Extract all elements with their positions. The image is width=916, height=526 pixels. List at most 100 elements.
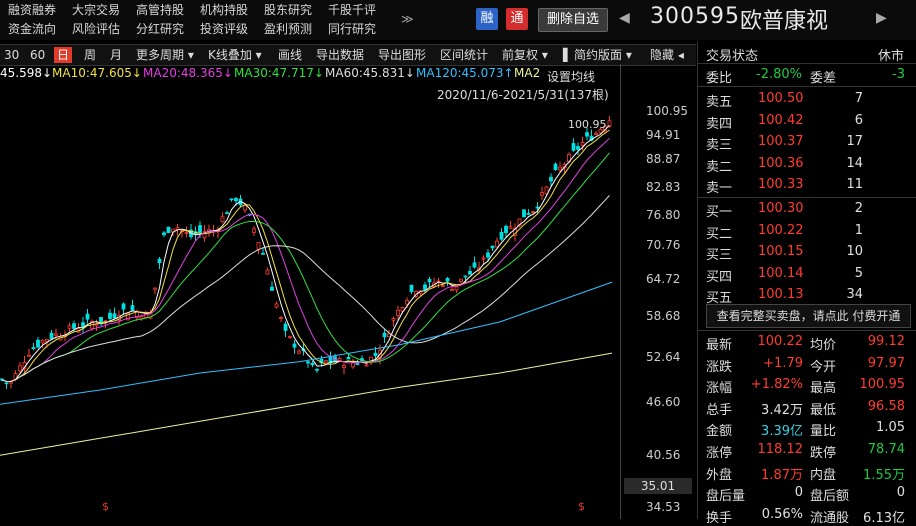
price-tick: 100.95 (646, 104, 688, 118)
export-image-button[interactable]: 导出图形 (378, 47, 426, 63)
nav-margin-trading[interactable]: 融资融券 (8, 3, 56, 17)
candle (445, 278, 450, 282)
layout-dropdown[interactable]: 简约版面 ▾ (574, 47, 632, 63)
candle (261, 252, 265, 255)
candle (463, 275, 468, 278)
full-orderbook-button[interactable]: 查看完整买卖盘，请点此 付费开通 (706, 304, 911, 328)
ask-label-4: 卖二 (706, 159, 733, 175)
period-60[interactable]: 60 (30, 47, 45, 63)
price-tick: 52.64 (646, 350, 681, 364)
export-data-button[interactable]: 导出数据 (316, 47, 364, 63)
nav-forecast[interactable]: 盈利预测 (264, 22, 312, 36)
candle (490, 245, 495, 249)
ma250-label: MA2 (514, 66, 541, 80)
nav-peer-research[interactable]: 同行研究 (328, 22, 376, 36)
kline-chart[interactable] (0, 100, 640, 500)
candle (427, 279, 432, 283)
nav-exec-holdings[interactable]: 高管持股 (136, 3, 184, 17)
candle (571, 143, 576, 151)
candle (18, 365, 22, 372)
candle (387, 333, 391, 338)
event-marker-icon[interactable]: $ (578, 500, 585, 513)
kline-overlay-dropdown[interactable]: K线叠加 ▾ (208, 47, 262, 63)
event-marker-icon[interactable]: $ (102, 500, 109, 513)
adjust-dropdown[interactable]: 前复权 ▾ (502, 47, 548, 63)
nav-shareholder-research[interactable]: 股东研究 (264, 3, 312, 17)
bid-price-3[interactable]: 100.15 (758, 244, 804, 259)
ma120-line (0, 281, 613, 405)
remove-favorite-button[interactable]: 删除自选 (538, 8, 608, 32)
nav-dividend[interactable]: 分红研究 (136, 22, 184, 36)
bid-price-2[interactable]: 100.22 (758, 223, 804, 238)
candle (72, 323, 76, 329)
price-tick: 46.60 (646, 395, 681, 409)
bid-volume-3: 10 (846, 244, 863, 259)
margin-tag[interactable]: 融 (476, 8, 498, 30)
nav-stock-reviews[interactable]: 千股千评 (328, 3, 376, 17)
bid-label-3: 买三 (706, 248, 733, 263)
ask-price-2[interactable]: 100.42 (758, 113, 804, 128)
candle (373, 352, 378, 357)
bid-label-2: 买二 (706, 226, 733, 242)
ma30-label: MA30:47.717↓ (234, 66, 324, 80)
bid-volume-4: 5 (854, 265, 863, 281)
stat-label: 总手 (706, 402, 733, 418)
candle (225, 212, 229, 215)
candle (27, 354, 31, 357)
candle (391, 318, 396, 321)
nav-rating[interactable]: 投资评级 (200, 22, 248, 36)
period-30[interactable]: 30 (4, 47, 19, 63)
nav-inst-holdings[interactable]: 机构持股 (200, 3, 248, 17)
period-month[interactable]: 月 (110, 47, 122, 63)
candle (108, 312, 112, 319)
stat-value: 1.55万 (863, 467, 905, 483)
weibi-value: -2.80% (756, 67, 802, 82)
ask-price-3[interactable]: 100.37 (758, 134, 804, 149)
ask-price-5[interactable]: 100.33 (758, 177, 804, 192)
ask-price-4[interactable]: 100.36 (758, 156, 804, 171)
set-ma-button[interactable]: 设置均线 (547, 68, 595, 85)
hide-panel-button[interactable]: 隐藏 ◂ (650, 47, 684, 63)
bid-label-1: 买一 (706, 205, 733, 220)
candle (162, 232, 166, 236)
connect-tag[interactable]: 通 (506, 8, 528, 30)
candle (553, 163, 558, 171)
range-stats-button[interactable]: 区间统计 (440, 47, 488, 63)
stat-label: 最低 (810, 402, 837, 418)
stock-name: 欧普康视 (740, 9, 829, 34)
candle (121, 303, 126, 310)
nav-more-icon[interactable]: ≫ (401, 12, 414, 26)
bid-price-5[interactable]: 100.13 (758, 287, 804, 302)
draw-line-button[interactable]: 画线 (278, 47, 302, 63)
nav-block-trade[interactable]: 大宗交易 (72, 3, 120, 17)
candle (234, 198, 238, 202)
more-periods-dropdown[interactable]: 更多周期 ▾ (136, 47, 194, 63)
stat-value: 100.95 (859, 377, 906, 393)
market-status: 休市 (878, 49, 905, 64)
candle (382, 332, 387, 338)
stat-value: 100.22 (757, 334, 804, 349)
candle (324, 360, 328, 363)
bid-price-1[interactable]: 100.30 (758, 201, 804, 216)
ma120-label: MA120:45.073↑ (416, 66, 514, 80)
candle (274, 303, 279, 308)
prev-stock-icon[interactable]: ◀ (619, 10, 630, 26)
stat-value: 99.12 (867, 334, 905, 349)
stat-value: 118.12 (757, 442, 804, 457)
candle (288, 335, 292, 338)
ma5-line (1, 125, 610, 383)
period-week[interactable]: 周 (84, 47, 96, 63)
weibi-label: 委比 (706, 71, 733, 86)
ask-volume-2: 6 (854, 112, 863, 128)
nav-fund-flow[interactable]: 资金流向 (8, 22, 56, 36)
bid-price-4[interactable]: 100.14 (758, 266, 804, 281)
price-tick: 82.83 (646, 180, 681, 194)
candle (157, 258, 162, 264)
ask-label-5: 卖一 (706, 181, 733, 196)
next-stock-icon[interactable]: ▶ (876, 10, 887, 26)
weicha-value: -3 (892, 67, 905, 82)
period-day[interactable]: 日 (54, 47, 73, 63)
nav-risk-eval[interactable]: 风险评估 (72, 22, 120, 36)
ask-price-1[interactable]: 100.50 (758, 91, 804, 106)
candle (450, 289, 454, 291)
